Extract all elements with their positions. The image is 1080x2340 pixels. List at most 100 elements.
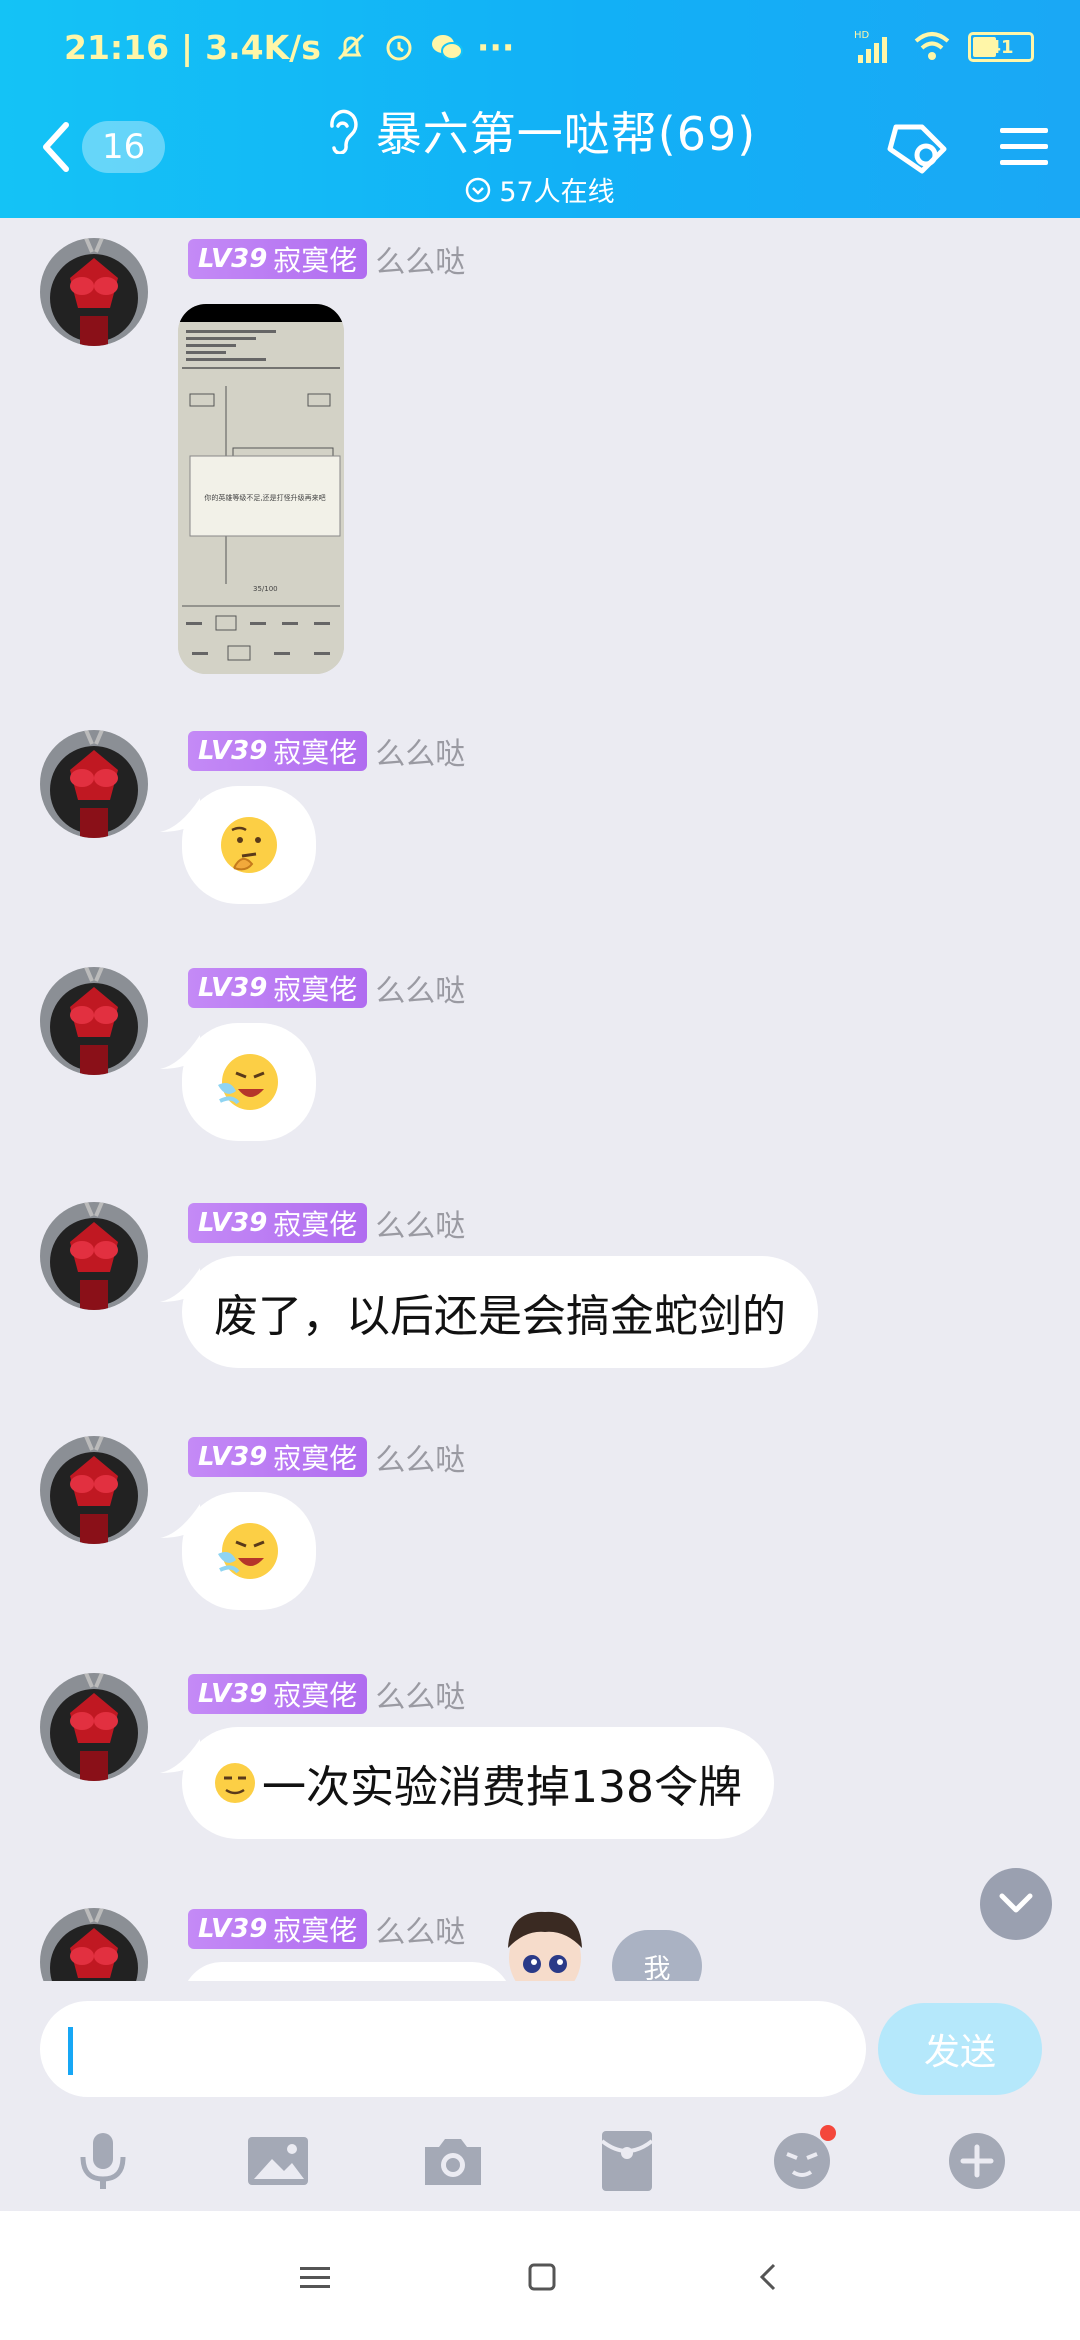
message-bubble[interactable]: [182, 1023, 316, 1141]
sender-info: LV39 寂寞佬 么么哒: [188, 730, 465, 772]
message-bubble[interactable]: [182, 1962, 512, 1981]
chevron-left-icon: [43, 122, 69, 172]
chevron-left-icon: [759, 2263, 776, 2291]
chevron-down-icon: [999, 1893, 1033, 1913]
kamen-rider-avatar-image: [40, 730, 148, 838]
text-caret: [68, 2027, 73, 2075]
level-badge: LV39 寂寞佬: [188, 731, 368, 771]
svg-text:你的英雄等级不足,还是打怪升级再来吧: 你的英雄等级不足,还是打怪升级再来吧: [204, 493, 325, 502]
message-text: 废了，以后还是会搞金蛇剑的: [214, 1291, 786, 1342]
nav-home-button[interactable]: [512, 2249, 572, 2305]
message-bubble[interactable]: 废了，以后还是会搞金蛇剑的: [182, 1256, 818, 1368]
kamen-rider-avatar-image: [40, 967, 148, 1075]
hamburger-icon: [300, 2267, 330, 2288]
sender-nickname[interactable]: 么么哒: [375, 1672, 465, 1716]
sticker-button[interactable]: [762, 2121, 842, 2201]
send-button[interactable]: 发送: [878, 2003, 1042, 2095]
sender-nickname[interactable]: 么么哒: [375, 1435, 465, 1479]
avatar[interactable]: [40, 730, 148, 838]
red-packet-icon: [601, 2131, 654, 2191]
camera-button[interactable]: [413, 2121, 493, 2201]
level-badge: LV39 寂寞佬: [188, 1437, 368, 1477]
status-speed: 3.4K/s: [205, 27, 321, 67]
back-button[interactable]: 16: [38, 112, 166, 182]
group-app-icon[interactable]: [882, 117, 952, 177]
voice-button[interactable]: [63, 2121, 143, 2201]
sender-nickname[interactable]: 么么哒: [375, 966, 465, 1010]
kamen-rider-avatar-image: [40, 238, 148, 346]
message-list[interactable]: LV39 寂寞佬 么么哒 你的英雄等级不足,还是打怪升级再来吧 35/100 LV3…: [0, 218, 1080, 1981]
alarm-icon: [386, 35, 412, 61]
message-bubble[interactable]: [182, 1492, 316, 1610]
sender-info: LV39 寂寞佬 么么哒: [188, 238, 465, 280]
nav-back-button[interactable]: [738, 2249, 798, 2305]
composer-toolbar: [0, 2111, 1080, 2211]
unread-count-badge: 16: [82, 121, 166, 173]
svg-text:HD: HD: [854, 30, 870, 41]
system-nav-bar: [0, 2211, 1080, 2340]
message-item: LV39 寂寞佬 么么哒 废了，以后还是会搞金蛇剑的: [0, 1190, 1080, 1400]
sender-nickname[interactable]: 么么哒: [375, 237, 465, 281]
avatar[interactable]: [40, 238, 148, 346]
kamen-rider-avatar-image: [40, 1436, 148, 1544]
message-input[interactable]: [40, 2001, 866, 2097]
sender-info: LV39 寂寞佬 么么哒: [188, 967, 465, 1009]
wifi-icon: [914, 32, 950, 60]
status-more: ···: [476, 27, 515, 67]
battery-level: 41: [988, 36, 1014, 58]
battery-icon: 41: [968, 32, 1034, 62]
image-icon: [247, 2137, 308, 2185]
status-bar-right: HD 41: [854, 22, 1034, 72]
sender-info: LV39 寂寞佬 么么哒: [188, 1673, 465, 1715]
status-bar-left: 21:16 | 3.4K/s ···: [64, 27, 515, 67]
message-item: LV39 寂寞佬 么么哒: [0, 1424, 1080, 1634]
avatar[interactable]: [40, 1908, 148, 1981]
message-item: LV39 寂寞佬 么么哒: [0, 718, 1080, 928]
sender-nickname[interactable]: 么么哒: [375, 1907, 465, 1951]
avatar[interactable]: [40, 1202, 148, 1310]
kamen-rider-avatar-image: [40, 1673, 148, 1781]
mute-bell-icon: [337, 33, 364, 61]
sender-nickname[interactable]: 么么哒: [375, 729, 465, 773]
chat-header: 21:16 | 3.4K/s ··· HD 41 16 暴六第一哒帮(69) 5…: [0, 0, 1080, 218]
menu-icon[interactable]: [998, 124, 1050, 170]
avatar[interactable]: [40, 1436, 148, 1544]
chevron-circle-down-icon: [466, 177, 491, 202]
smirk-face-icon: [215, 1763, 255, 1803]
ear-icon: [330, 109, 358, 154]
microphone-icon: [80, 2133, 126, 2189]
status-time: 21:16: [64, 27, 170, 67]
thinking-face-icon: [221, 817, 277, 873]
sender-info: LV39 寂寞佬 么么哒: [188, 1436, 465, 1478]
scroll-to-bottom-button[interactable]: [980, 1868, 1052, 1940]
message-bubble[interactable]: 一次实验消费掉138令牌: [182, 1727, 774, 1839]
camera-icon: [424, 2139, 481, 2185]
message-item: LV39 寂寞佬 么么哒 你的英雄等级不足,还是打怪升级再来吧 35/100: [0, 226, 1080, 696]
level-badge: LV39 寂寞佬: [188, 239, 368, 279]
kamen-rider-avatar-image: [40, 1908, 148, 1981]
avatar[interactable]: [40, 967, 148, 1075]
page-title: 暴六第一哒帮(69): [375, 107, 757, 161]
message-text: 一次实验消费掉138令牌: [262, 1762, 742, 1813]
photo-button[interactable]: [238, 2121, 318, 2201]
shared-screenshot-image[interactable]: 你的英雄等级不足,还是打怪升级再来吧 35/100: [178, 304, 344, 674]
signal-icon: HD: [854, 30, 887, 63]
square-icon: [528, 2263, 556, 2291]
kamen-rider-avatar-image: [40, 1202, 148, 1310]
wechat-icon: [431, 35, 463, 60]
online-count: 57人在线: [499, 177, 615, 208]
more-button[interactable]: [937, 2121, 1017, 2201]
crying-laughing-face-icon: [218, 1523, 278, 1579]
plus-icon: [948, 2133, 1005, 2189]
message-bubble[interactable]: [182, 786, 316, 904]
notification-dot: [819, 2125, 836, 2141]
title-area[interactable]: 暴六第一哒帮(69) 57人在线: [290, 98, 790, 209]
message-item: LV39 寂寞佬 么么哒 一次实验消费掉138令牌: [0, 1661, 1080, 1871]
avatar[interactable]: [40, 1673, 148, 1781]
svg-text:35/100: 35/100: [253, 585, 278, 593]
level-badge: LV39 寂寞佬: [188, 1909, 368, 1949]
composer: 发送: [0, 1981, 1080, 2211]
red-packet-button[interactable]: [587, 2121, 667, 2201]
nav-menu-button[interactable]: [285, 2249, 345, 2305]
sender-nickname[interactable]: 么么哒: [375, 1201, 465, 1245]
